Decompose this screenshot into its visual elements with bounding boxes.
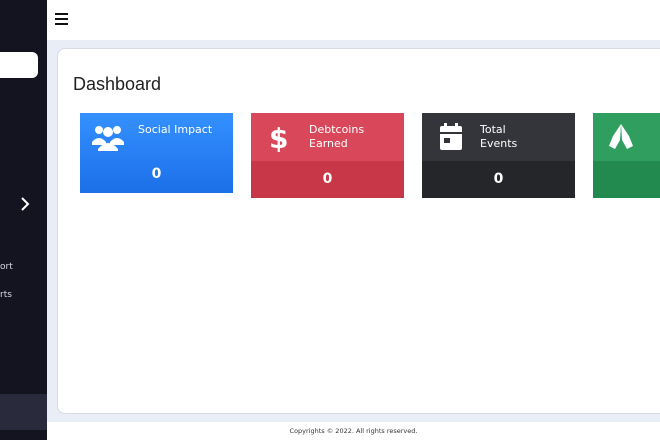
chevron-right-icon[interactable]: [18, 196, 32, 212]
svg-text:$: $: [269, 122, 288, 152]
praying-hands-icon: [609, 124, 633, 149]
card-value: 0: [151, 166, 162, 182]
card-value: 0: [322, 171, 333, 187]
card-debtcoins-earned[interactable]: $ Debtcoins Earned 0: [251, 113, 404, 198]
sidebar: ort rts: [0, 0, 47, 432]
card-label: Total Events: [480, 123, 518, 150]
page-title: Dashboard: [73, 74, 162, 94]
sidebar-item-reports[interactable]: rts: [0, 290, 12, 300]
card-footer-band: [593, 161, 660, 198]
dollar-icon: $: [269, 122, 288, 152]
card-community[interactable]: [593, 113, 660, 198]
card-label: Debtcoins Earned: [309, 123, 365, 150]
card-total-events[interactable]: Total Events 0: [422, 113, 575, 198]
users-icon: [92, 126, 124, 151]
dashboard-panel: Dashboard Social Impact 0 $ Debtcoins Ea…: [57, 48, 660, 414]
footer-copyright: Copyrights © 2022. All rights reserved.: [47, 422, 660, 440]
card-label: Social Impact: [138, 123, 213, 136]
card-social-impact[interactable]: Social Impact 0: [80, 113, 233, 193]
top-bar: [47, 0, 660, 40]
calendar-icon: [440, 123, 462, 150]
sidebar-search-box[interactable]: [0, 52, 38, 78]
card-value: 0: [493, 171, 504, 187]
sidebar-active-item[interactable]: [0, 394, 47, 430]
sidebar-bottom: [0, 432, 47, 440]
hamburger-menu-icon[interactable]: [55, 12, 69, 26]
sidebar-item-report[interactable]: ort: [0, 262, 13, 272]
